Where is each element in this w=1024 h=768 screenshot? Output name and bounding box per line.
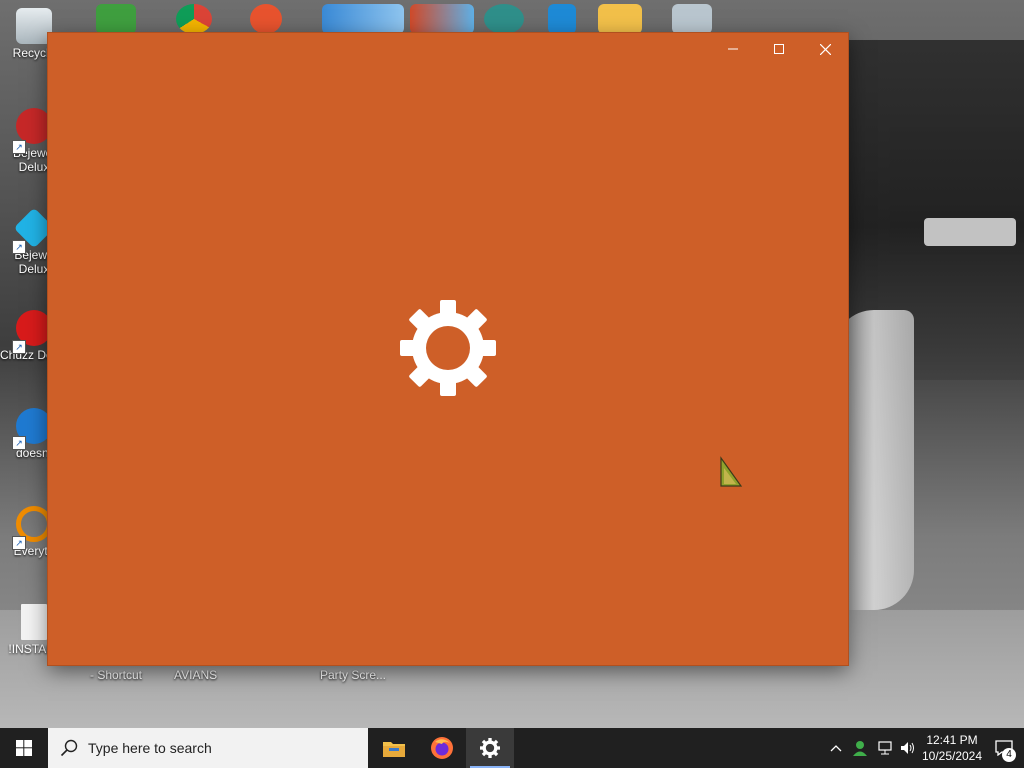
show-hidden-icons-button[interactable]	[824, 728, 848, 768]
taskbar-app-settings[interactable]	[466, 728, 514, 768]
busy-cursor-icon	[720, 456, 743, 487]
system-tray: 12:41 PM 10/25/2024 4	[824, 728, 1024, 768]
speaker-icon	[901, 742, 914, 754]
notification-count-badge: 4	[1002, 748, 1016, 762]
minimize-button[interactable]	[710, 33, 756, 65]
settings-splash-window[interactable]	[48, 33, 848, 665]
desktop-icon-avatar[interactable]	[484, 4, 524, 34]
close-icon	[819, 43, 831, 55]
tray-user-icon-button[interactable]	[848, 728, 872, 768]
desktop-icon-label: Party Scre...	[320, 668, 387, 682]
shortcut-arrow-icon: ↗	[12, 240, 26, 254]
clock-date: 10/25/2024	[921, 749, 983, 763]
volume-button[interactable]	[896, 728, 920, 768]
shortcut-arrow-icon: ↗	[12, 140, 26, 154]
action-center-button[interactable]: 4	[984, 728, 1024, 768]
gear-icon	[400, 300, 496, 396]
taskbar-search-box[interactable]: Type here to search	[48, 728, 368, 768]
firefox-icon	[431, 737, 453, 759]
desktop-icon-office[interactable]	[410, 4, 474, 34]
windows-logo-icon	[16, 740, 32, 756]
recycle-bin-icon	[16, 8, 52, 44]
bejeweled-2-icon	[16, 108, 52, 144]
shortcut-arrow-icon: ↗	[12, 536, 26, 550]
search-placeholder: Type here to search	[88, 740, 212, 756]
search-icon	[60, 739, 78, 757]
taskbar-app-file-explorer[interactable]	[370, 728, 418, 768]
chrome-icon[interactable]	[176, 4, 212, 34]
taskbar: Type here to search 12:41 PM 10/25/2024 …	[0, 728, 1024, 768]
shortcut-arrow-icon: ↗	[12, 340, 26, 354]
maximize-icon	[774, 44, 784, 54]
desktop-icon-label: - Shortcut	[90, 668, 143, 682]
desktop-icon-windows[interactable]	[548, 4, 576, 34]
taskbar-clock[interactable]: 12:41 PM 10/25/2024	[920, 732, 984, 764]
chevron-up-icon	[830, 745, 842, 752]
desktop-icon-label: AVIANS	[174, 668, 218, 682]
desktop-icon-recycle-2[interactable]	[672, 4, 712, 34]
desktop-icon-red-circle[interactable]	[250, 4, 282, 34]
settings-gear-icon	[480, 738, 500, 758]
network-button[interactable]	[872, 728, 896, 768]
minimize-icon	[728, 48, 738, 50]
person-icon	[853, 741, 867, 756]
close-button[interactable]	[802, 33, 848, 65]
shortcut-arrow-icon: ↗	[12, 436, 26, 450]
maximize-button[interactable]	[756, 33, 802, 65]
folder-icon	[383, 742, 405, 757]
clock-time: 12:41 PM	[926, 733, 978, 747]
start-button[interactable]	[0, 728, 48, 768]
desktop-icon-people[interactable]	[96, 4, 136, 34]
desktop-icon-network[interactable]	[322, 4, 404, 34]
wallpaper-plate	[924, 218, 1016, 246]
network-icon	[878, 741, 892, 755]
desktop-icon-folder[interactable]	[598, 4, 642, 34]
taskbar-app-firefox[interactable]	[418, 728, 466, 768]
text-file-icon	[21, 604, 47, 640]
